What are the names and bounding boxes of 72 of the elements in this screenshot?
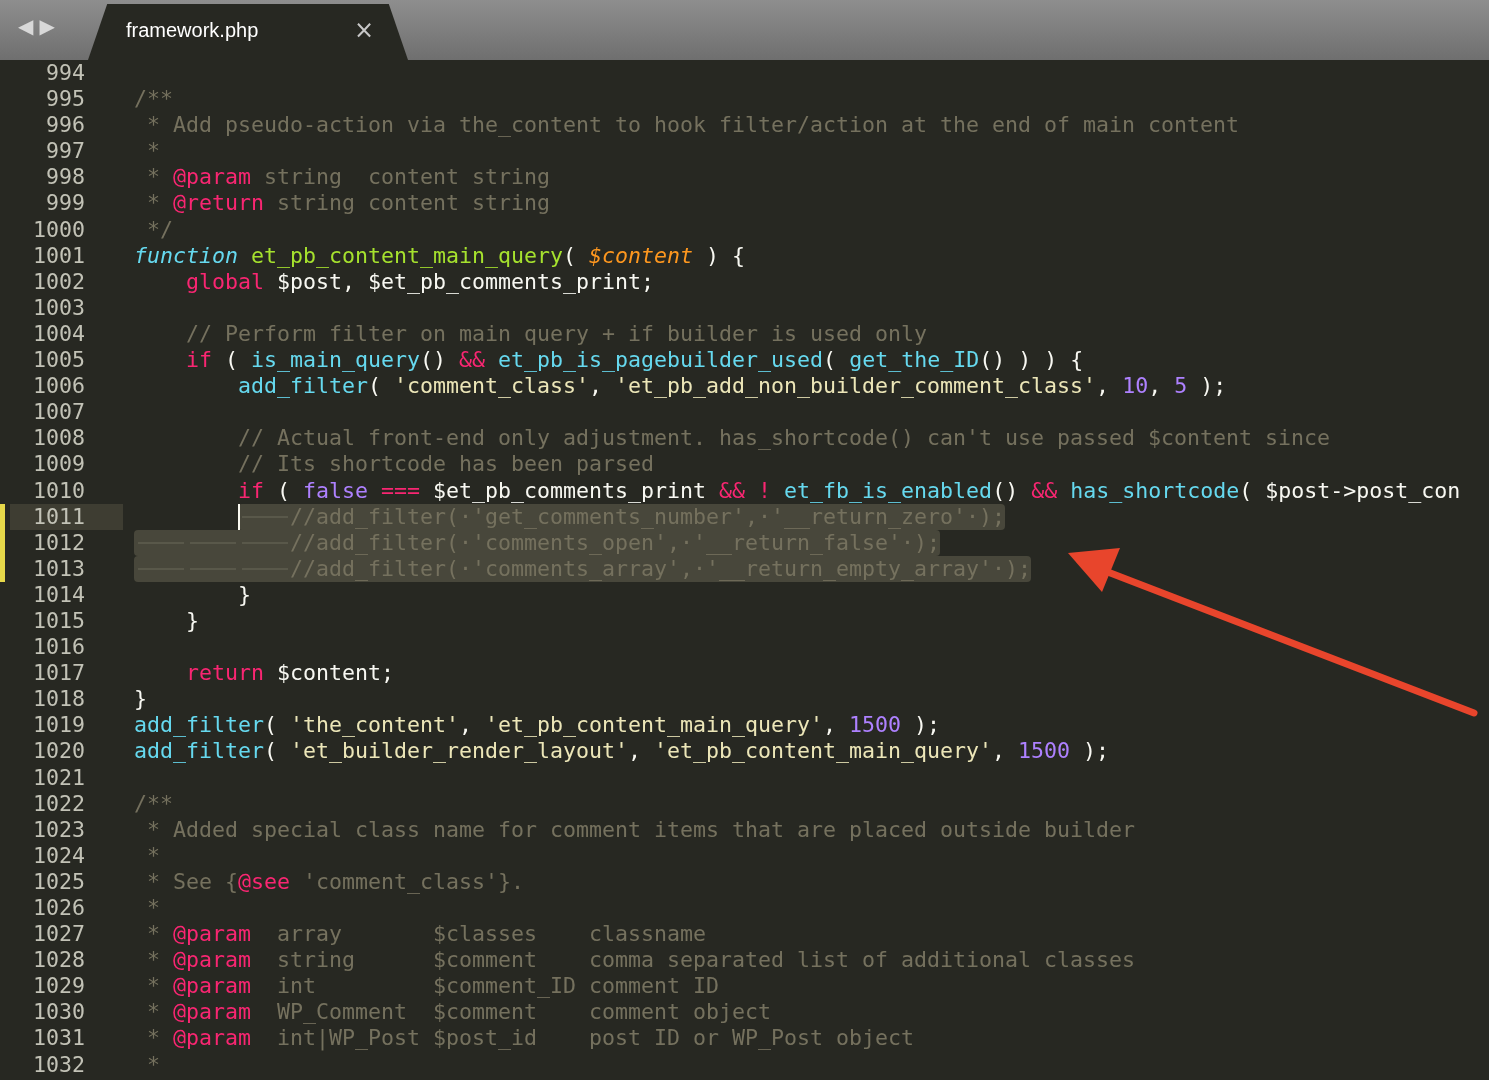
code-line: * @param string content string [146, 164, 551, 191]
line-number: 1014 [32, 581, 86, 608]
line-number: 1020 [32, 738, 86, 765]
code-line: // Its shortcode has been parsed [237, 451, 655, 478]
line-number: 1030 [32, 999, 86, 1026]
code-line: } [237, 581, 252, 608]
line-number: 1000 [32, 216, 86, 243]
line-number: 1004 [32, 320, 86, 348]
line-number: 1008 [32, 425, 86, 452]
line-number: 1021 [32, 764, 86, 791]
code-line: * @param int|WP_Post $post_id post ID or WP_Post object [146, 1025, 915, 1052]
line-number: 1003 [32, 294, 86, 321]
line-number: 1009 [32, 451, 86, 478]
code-line: * @param int $comment_ID comment ID [146, 973, 720, 1000]
text-cursor [238, 503, 240, 530]
line-number: 1018 [32, 686, 86, 713]
line-number: 1007 [32, 399, 86, 426]
line-number: 1031 [32, 1025, 86, 1052]
line-number: 994 [45, 60, 86, 87]
line-number: 1022 [32, 790, 86, 817]
line-number: 1019 [32, 712, 86, 739]
file-tab[interactable]: framework.php × [88, 4, 408, 60]
line-number: 1012 [32, 529, 86, 556]
code-line: */ [146, 216, 173, 243]
code-line: * Added special class name for comment items that are placed outside builder [146, 816, 1136, 843]
code-line: add_filter( 'et_builder_render_layout', 'et_pb_content_main_query', 1500 ); [134, 738, 1110, 765]
line-number: 1010 [32, 477, 86, 504]
line-number: 999 [45, 190, 86, 217]
code-line: // Perform filter on main query + if builder is used only [185, 320, 928, 348]
line-number: 997 [45, 138, 86, 165]
code-line: global $post, $et_pb_comments_print; [185, 268, 655, 295]
line-number: 1001 [32, 242, 86, 269]
code-line: * Add pseudo-action via the_content to hook filter/action at the end of main content [146, 112, 1240, 139]
line-number: 1027 [32, 921, 86, 948]
line-number: 1002 [32, 268, 86, 295]
line-number: 1017 [32, 660, 86, 687]
code-line: // Actual front-end only adjustment. has_shortcode() can't use passed $content since [237, 425, 1331, 452]
line-number: 1026 [32, 895, 86, 922]
code-line: * See {@see 'comment_class'}. [146, 868, 525, 895]
code-line: * @return string content string [146, 190, 551, 217]
line-number: 1032 [32, 1051, 86, 1078]
code-line: * [146, 138, 160, 165]
code-line: * [146, 895, 160, 922]
code-line: if ( false === $et_pb_comments_print && ! et_fb_is_enabled() && has_shortcode( $post->post_con [237, 477, 1461, 504]
code-line: * @param array $classes classname [146, 921, 707, 948]
code-line: * @param WP_Comment $comment comment object [146, 999, 772, 1026]
line-number: 998 [45, 164, 86, 191]
code-line: /** [134, 790, 173, 817]
line-number: 1005 [32, 347, 86, 374]
line-number: 995 [45, 86, 86, 113]
line-number: 1028 [32, 947, 86, 974]
line-number: 1024 [32, 842, 86, 869]
code-line: } [185, 607, 200, 635]
line-number: 1016 [32, 634, 86, 661]
line-number: 1013 [32, 555, 86, 582]
code-line: function et_pb_content_main_query( $content ) { [134, 242, 746, 269]
line-number: 996 [45, 112, 86, 139]
code-line: add_filter( 'the_content', 'et_pb_content_main_query', 1500 ); [134, 712, 941, 739]
line-number: 1025 [32, 868, 86, 895]
code-line: /** [134, 86, 173, 113]
line-number: 1011 [10, 503, 123, 530]
code-line: if ( is_main_query() && et_pb_is_pagebuilder_used( get_the_ID() ) ) { [185, 347, 1084, 374]
code-line: * @param string $comment comma separated list of additional classes [146, 947, 1136, 974]
line-number: 1015 [32, 607, 86, 635]
code-line: } [134, 686, 147, 713]
code-line: * [146, 842, 160, 869]
code-line: return $content; [185, 660, 395, 687]
line-number: 1023 [32, 816, 86, 843]
line-number: 1006 [32, 373, 86, 400]
line-number: 1029 [32, 973, 86, 1000]
code-line: add_filter( 'comment_class', 'et_pb_add_non_builder_comment_class', 10, 5 ); [237, 373, 1227, 400]
code-line: * [146, 1051, 160, 1078]
